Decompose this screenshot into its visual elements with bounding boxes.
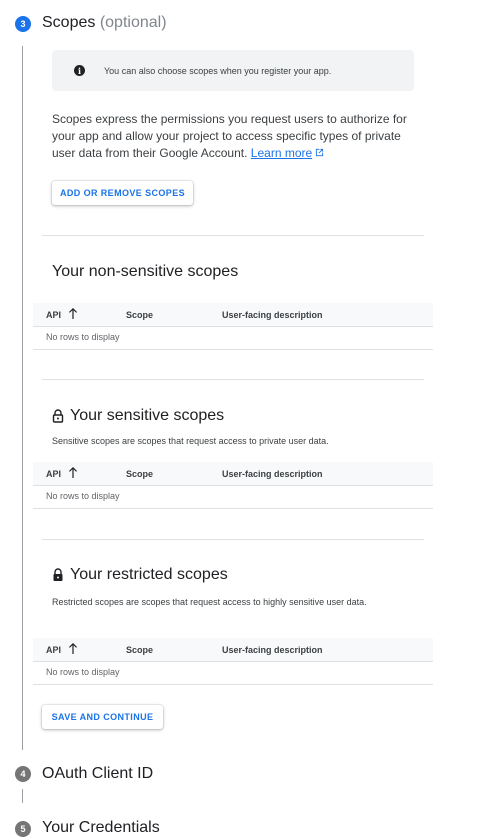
add-or-remove-scopes-button[interactable]: ADD OR REMOVE SCOPES: [52, 181, 193, 205]
stepper-line: [22, 789, 23, 803]
restricted-table-header: API Scope User-facing description: [33, 638, 433, 662]
stepper-line: [22, 46, 23, 750]
step-4-number: 4: [15, 766, 31, 782]
divider: [42, 539, 424, 540]
empty-message: No rows to display: [46, 491, 120, 501]
open-in-new-icon: [312, 148, 324, 160]
step-title-text: Scopes: [42, 14, 96, 31]
column-scope: Scope: [126, 469, 154, 479]
lock-open-icon: [52, 409, 64, 423]
divider: [42, 235, 424, 236]
step-3-title[interactable]: Scopes (optional): [42, 14, 167, 32]
restricted-scopes-title: Your restricted scopes: [52, 566, 228, 584]
column-description: User-facing description: [222, 310, 323, 320]
arrow-up-icon[interactable]: [68, 307, 78, 320]
step-4-title[interactable]: OAuth Client ID: [42, 765, 153, 783]
step-3-number: 3: [15, 16, 31, 32]
column-api[interactable]: API: [46, 469, 61, 479]
column-scope: Scope: [126, 310, 154, 320]
restricted-scopes-description: Restricted scopes are scopes that reques…: [52, 597, 367, 607]
restricted-scopes-title-text: Your restricted scopes: [70, 566, 228, 583]
sensitive-scopes-title-text: Your sensitive scopes: [70, 407, 225, 424]
lock-icon: [53, 568, 63, 581]
sensitive-scopes-description: Sensitive scopes are scopes that request…: [52, 436, 329, 446]
empty-message: No rows to display: [46, 667, 120, 677]
save-and-continue-button[interactable]: SAVE AND CONTINUE: [42, 705, 163, 729]
sensitive-scopes-title: Your sensitive scopes: [52, 407, 224, 425]
scopes-description-text: Scopes express the permissions you reque…: [52, 112, 407, 160]
column-scope: Scope: [126, 645, 154, 655]
info-banner-text: You can also choose scopes when you regi…: [104, 65, 332, 76]
column-api[interactable]: API: [46, 310, 61, 320]
column-description: User-facing description: [222, 469, 323, 479]
optional-label: (optional): [99, 14, 167, 31]
empty-message: No rows to display: [46, 332, 120, 342]
column-description: User-facing description: [222, 645, 323, 655]
sensitive-empty-row: No rows to display: [33, 486, 433, 509]
step-5-title[interactable]: Your Credentials: [42, 819, 160, 837]
non-sensitive-table-header: API Scope User-facing description: [33, 303, 433, 327]
arrow-up-icon[interactable]: [68, 642, 78, 655]
non-sensitive-empty-row: No rows to display: [33, 327, 433, 350]
non-sensitive-scopes-title: Your non-sensitive scopes: [52, 263, 239, 280]
restricted-empty-row: No rows to display: [33, 662, 433, 685]
info-icon: i: [74, 65, 85, 76]
divider: [42, 379, 424, 380]
sensitive-table-header: API Scope User-facing description: [33, 462, 433, 486]
scopes-description: Scopes express the permissions you reque…: [52, 111, 412, 163]
info-banner: i You can also choose scopes when you re…: [52, 50, 414, 91]
arrow-up-icon[interactable]: [68, 466, 78, 479]
column-api[interactable]: API: [46, 645, 61, 655]
learn-more-link[interactable]: Learn more: [251, 146, 312, 160]
